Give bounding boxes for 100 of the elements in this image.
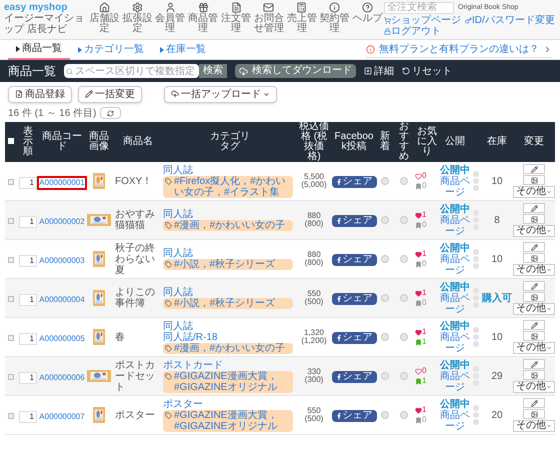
- edit-button[interactable]: [523, 242, 545, 252]
- recommend-toggle[interactable]: [400, 255, 408, 263]
- nav-item[interactable]: 注文管理: [220, 0, 252, 34]
- column-header[interactable]: 商品名: [113, 122, 163, 162]
- product-search-field[interactable]: スペース区切りで複数指定: [64, 64, 199, 78]
- nav-item[interactable]: 売上管理: [285, 0, 318, 34]
- refresh-button[interactable]: [100, 107, 122, 119]
- row-checkbox[interactable]: [8, 374, 14, 380]
- product-code-link[interactable]: A000000006: [39, 373, 85, 383]
- nav-item[interactable]: 拡張設定: [120, 0, 154, 34]
- product-page-link[interactable]: 商品ページ: [439, 410, 471, 432]
- share-button[interactable]: シェア: [332, 215, 376, 227]
- nav-item[interactable]: 会員管理: [154, 0, 187, 34]
- order-field[interactable]: 1: [19, 177, 37, 189]
- action-button[interactable]: 一括変更: [78, 86, 142, 102]
- select-all-checkbox[interactable]: [8, 138, 14, 144]
- new-toggle[interactable]: [381, 216, 389, 224]
- order-field[interactable]: 1: [19, 372, 37, 384]
- column-header[interactable]: お気に入り: [415, 122, 439, 162]
- new-toggle[interactable]: [381, 333, 389, 341]
- sub-tab[interactable]: カテゴリ一覧: [70, 40, 152, 60]
- category-link[interactable]: ポスター: [163, 398, 293, 410]
- edit-button[interactable]: [523, 281, 545, 291]
- edit-button[interactable]: [523, 320, 545, 330]
- share-button[interactable]: シェア: [332, 410, 376, 422]
- row-checkbox[interactable]: [8, 413, 14, 419]
- product-page-link[interactable]: 商品ページ: [439, 370, 471, 392]
- image-button[interactable]: [523, 214, 545, 224]
- search-download-button[interactable]: 検索してダウンロード: [235, 64, 356, 78]
- order-field[interactable]: 1: [19, 411, 37, 423]
- more-dropdown[interactable]: その他: [513, 342, 555, 354]
- nav-item[interactable]: ヘルプ: [351, 0, 384, 34]
- new-toggle[interactable]: [381, 177, 389, 185]
- order-field[interactable]: 1: [19, 333, 37, 345]
- share-button[interactable]: シェア: [332, 371, 376, 383]
- row-checkbox[interactable]: [8, 257, 14, 263]
- recommend-toggle[interactable]: [400, 294, 408, 302]
- recommend-toggle[interactable]: [400, 372, 408, 380]
- more-dropdown[interactable]: その他: [513, 381, 555, 393]
- new-toggle[interactable]: [381, 255, 389, 263]
- action-button[interactable]: 商品登録: [8, 86, 72, 102]
- order-field[interactable]: 1: [19, 255, 37, 267]
- product-code-link[interactable]: A000000003: [39, 256, 85, 266]
- image-button[interactable]: [523, 409, 545, 419]
- product-code-link[interactable]: A000000005: [39, 334, 85, 344]
- nav-item[interactable]: 店舗設定: [88, 0, 121, 34]
- new-toggle[interactable]: [381, 372, 389, 380]
- image-button[interactable]: [523, 331, 545, 341]
- share-button[interactable]: シェア: [332, 293, 376, 305]
- share-button[interactable]: シェア: [332, 254, 376, 266]
- image-button[interactable]: [523, 253, 545, 263]
- category-link[interactable]: 同人誌: [163, 248, 293, 259]
- new-toggle[interactable]: [381, 294, 389, 302]
- plan-link[interactable]: 無料プランと有料プランの違いは？: [366, 42, 552, 58]
- row-checkbox[interactable]: [8, 335, 14, 341]
- action-button[interactable]: 一括アップロード: [164, 86, 277, 102]
- product-page-link[interactable]: 商品ページ: [439, 214, 471, 236]
- nav-item[interactable]: お問合せ管理: [252, 0, 286, 34]
- product-code-link[interactable]: A000000001: [39, 178, 85, 188]
- row-checkbox[interactable]: [8, 218, 14, 224]
- category-link[interactable]: ポストカード: [163, 360, 293, 370]
- category-link[interactable]: 同人誌: [163, 209, 293, 220]
- header-link[interactable]: ID/パスワード変更: [465, 15, 555, 26]
- more-dropdown[interactable]: その他: [513, 420, 555, 432]
- more-dropdown[interactable]: その他: [513, 264, 555, 276]
- recommend-toggle[interactable]: [400, 411, 408, 419]
- image-button[interactable]: [523, 292, 545, 302]
- recommend-toggle[interactable]: [400, 333, 408, 341]
- sub-tab[interactable]: 在庫一覧: [152, 40, 214, 60]
- reset-button[interactable]: リセット: [402, 64, 452, 78]
- column-header[interactable]: 在庫: [481, 122, 513, 162]
- product-code-link[interactable]: A000000007: [39, 412, 85, 422]
- search-button[interactable]: 検索: [199, 64, 227, 78]
- category-link[interactable]: 同人誌: [163, 164, 293, 176]
- product-page-link[interactable]: 商品ページ: [439, 292, 471, 314]
- row-checkbox[interactable]: [8, 296, 14, 302]
- recommend-toggle[interactable]: [400, 177, 408, 185]
- share-button[interactable]: シェア: [332, 332, 376, 344]
- more-dropdown[interactable]: その他: [513, 225, 555, 237]
- order-field[interactable]: 1: [19, 216, 37, 228]
- header-link[interactable]: ショップページ: [384, 15, 461, 26]
- detail-button[interactable]: 詳細: [364, 64, 394, 78]
- category-link[interactable]: 同人誌: [163, 320, 293, 332]
- product-page-link[interactable]: 商品ページ: [439, 332, 471, 354]
- edit-button[interactable]: [523, 398, 545, 408]
- product-page-link[interactable]: 商品ページ: [439, 254, 471, 276]
- image-button[interactable]: [523, 175, 545, 185]
- more-dropdown[interactable]: その他: [513, 303, 555, 315]
- edit-button[interactable]: [523, 359, 545, 369]
- nav-item[interactable]: 契約管理: [318, 0, 352, 34]
- row-checkbox[interactable]: [8, 179, 14, 185]
- column-header[interactable]: 商品コード: [39, 122, 85, 162]
- more-dropdown[interactable]: その他: [513, 186, 555, 198]
- image-button[interactable]: [523, 370, 545, 380]
- nav-item[interactable]: 商品管理: [186, 0, 220, 34]
- product-page-link[interactable]: 商品ページ: [439, 176, 471, 198]
- edit-button[interactable]: [523, 203, 545, 213]
- share-button[interactable]: シェア: [332, 176, 376, 188]
- product-code-link[interactable]: A000000004: [39, 295, 85, 305]
- product-code-link[interactable]: A000000002: [39, 217, 85, 227]
